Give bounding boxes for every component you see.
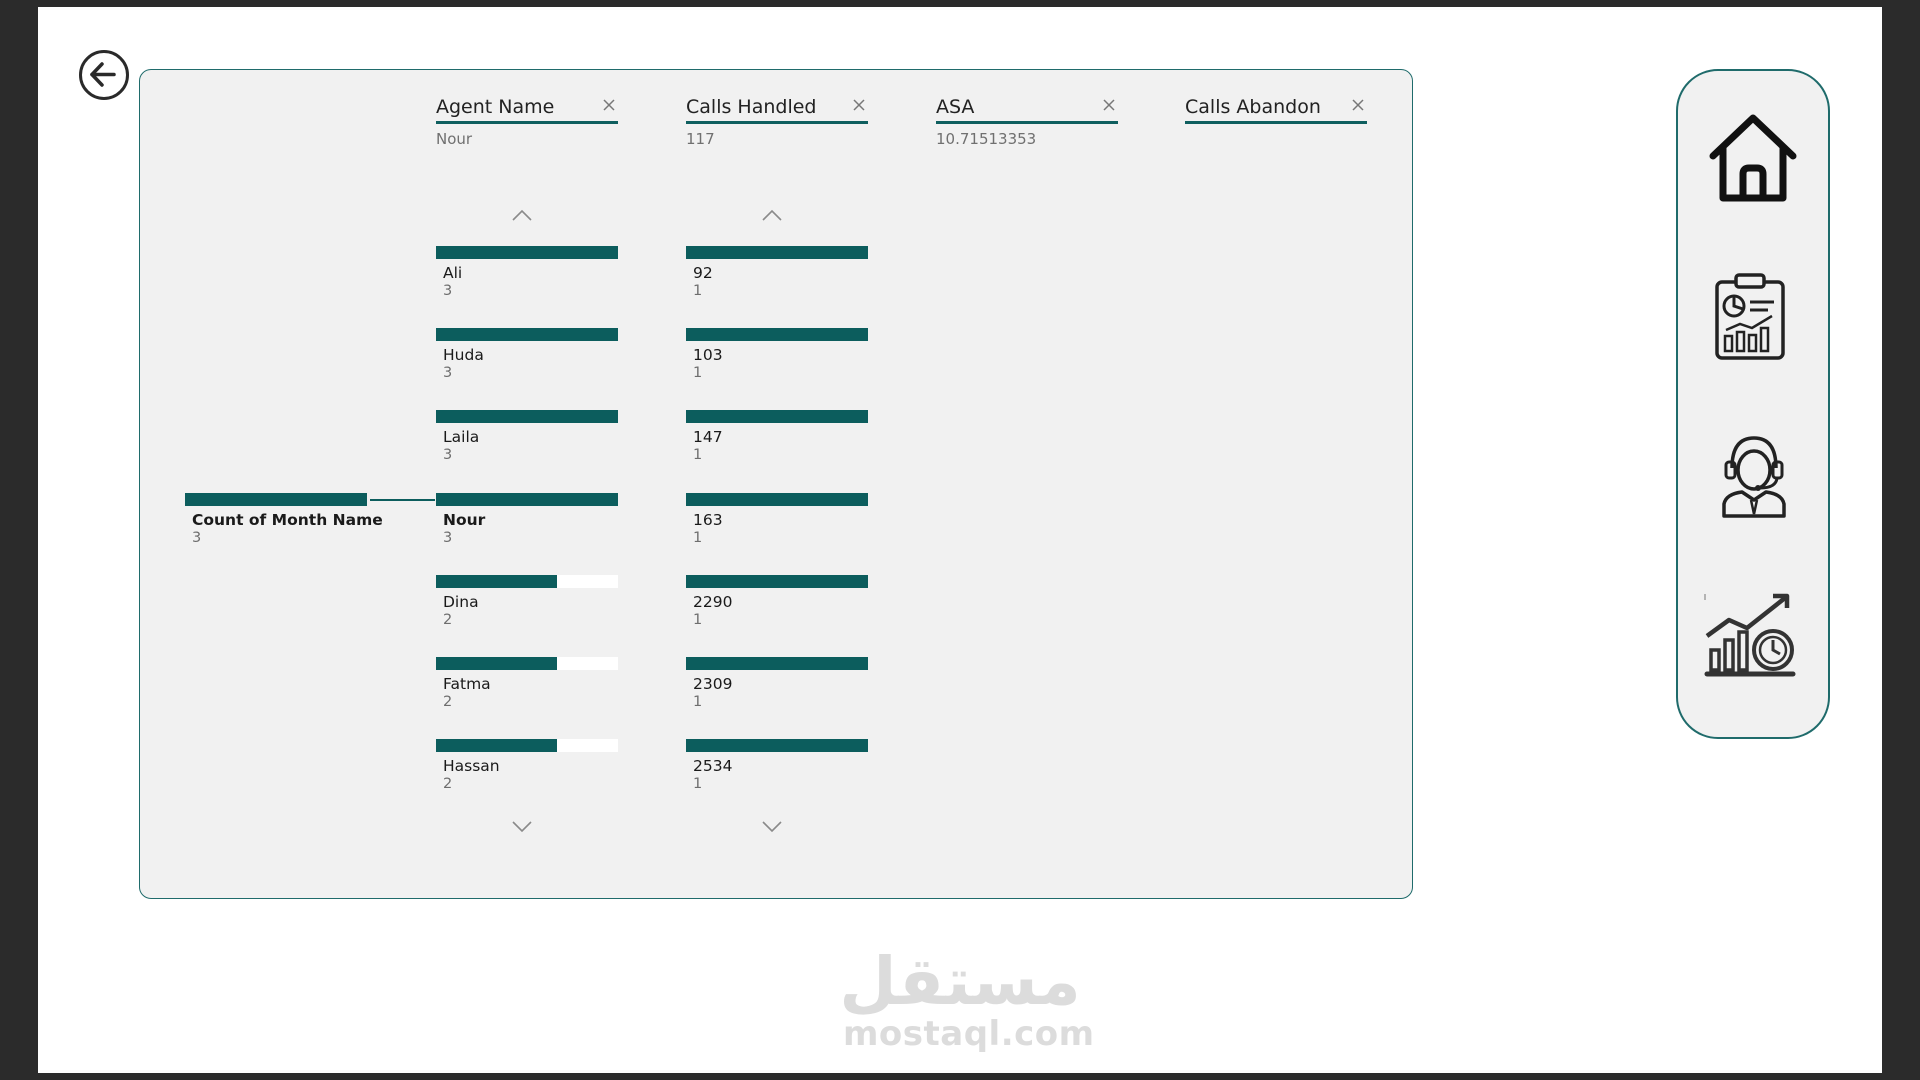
node-count: 1 — [693, 365, 703, 381]
node-count: 1 — [693, 447, 703, 463]
mostaql-logo: مستقل — [840, 943, 1080, 1020]
chevron-up-icon[interactable] — [760, 208, 784, 222]
column-title: Agent Name — [436, 96, 555, 118]
node-count: 2 — [443, 612, 453, 628]
bar-fill — [686, 739, 868, 752]
tree-node[interactable]: Dina 2 — [436, 575, 618, 635]
tree-node[interactable]: 103 1 — [686, 328, 868, 388]
node-count: 2 — [443, 694, 453, 710]
bar-fill — [686, 410, 868, 423]
tree-node[interactable]: 163 1 — [686, 493, 868, 553]
bar-fill — [436, 410, 618, 423]
column-selected-value: 117 — [686, 130, 715, 148]
call-agent-icon[interactable] — [1718, 432, 1790, 518]
column-header-agent-name: Agent Name — [436, 96, 618, 124]
tree-root-node[interactable]: Count of Month Name 3 — [185, 493, 383, 553]
bar-fill — [436, 493, 618, 506]
bar-fill — [686, 657, 868, 670]
node-label: Huda — [443, 346, 484, 364]
node-count: 3 — [443, 365, 453, 381]
node-label: Dina — [443, 593, 479, 611]
bar-fill — [185, 493, 367, 506]
node-count: 1 — [693, 612, 703, 628]
home-icon[interactable] — [1705, 112, 1801, 204]
bar-fill — [686, 575, 868, 588]
bar-fill — [436, 739, 557, 752]
tree-node[interactable]: 2534 1 — [686, 739, 868, 799]
node-label: 2290 — [693, 593, 733, 611]
tree-node[interactable]: 2309 1 — [686, 657, 868, 717]
node-count: 1 — [693, 694, 703, 710]
watermark-text: mostaql.com — [843, 1014, 1095, 1054]
node-label: 147 — [693, 428, 723, 446]
node-label: Count of Month Name — [192, 511, 383, 529]
tree-node[interactable]: 147 1 — [686, 410, 868, 470]
chevron-down-icon[interactable] — [760, 820, 784, 834]
tree-node[interactable]: 92 1 — [686, 246, 868, 306]
node-label: Laila — [443, 428, 480, 446]
node-count: 3 — [443, 447, 453, 463]
bar-fill — [436, 246, 618, 259]
node-label: 163 — [693, 511, 723, 529]
bar-fill — [686, 246, 868, 259]
node-count: 3 — [443, 530, 453, 546]
node-count: 2 — [443, 776, 453, 792]
column-header-calls-abandon: Calls Abandon — [1185, 96, 1367, 124]
column-header-calls-handled: Calls Handled — [686, 96, 868, 124]
node-count: 1 — [693, 776, 703, 792]
tree-node[interactable]: Nour 3 — [436, 493, 618, 553]
bar-fill — [686, 493, 868, 506]
close-icon[interactable] — [602, 98, 616, 112]
node-label: 103 — [693, 346, 723, 364]
chevron-up-icon[interactable] — [510, 208, 534, 222]
column-title: Calls Handled — [686, 96, 817, 118]
bar-fill — [436, 657, 557, 670]
bar-fill — [436, 575, 557, 588]
node-label: Ali — [443, 264, 463, 282]
node-count: 1 — [693, 283, 703, 299]
node-label: Nour — [443, 511, 486, 529]
tree-node[interactable]: Huda 3 — [436, 328, 618, 388]
tree-node[interactable]: Ali 3 — [436, 246, 618, 306]
node-count: 1 — [693, 530, 703, 546]
svg-text:مستقل: مستقل — [840, 943, 1080, 1020]
bar-fill — [436, 328, 618, 341]
node-label: 2309 — [693, 675, 733, 693]
tree-node[interactable]: Laila 3 — [436, 410, 618, 470]
bar-fill — [686, 328, 868, 341]
close-icon[interactable] — [1351, 98, 1365, 112]
tree-node[interactable]: Fatma 2 — [436, 657, 618, 717]
node-label: 92 — [693, 264, 713, 282]
close-icon[interactable] — [1102, 98, 1116, 112]
column-title: ASA — [936, 96, 975, 118]
arrow-left-icon — [90, 62, 116, 87]
node-label: Fatma — [443, 675, 491, 693]
node-label: Hassan — [443, 757, 500, 775]
close-icon[interactable] — [852, 98, 866, 112]
tree-connector-line — [370, 499, 435, 501]
tree-node[interactable]: 2290 1 — [686, 575, 868, 635]
tree-node[interactable]: Hassan 2 — [436, 739, 618, 799]
column-title: Calls Abandon — [1185, 96, 1321, 118]
node-count: 3 — [192, 530, 202, 546]
column-header-asa: ASA — [936, 96, 1118, 124]
column-selected-value: 10.71513353 — [936, 130, 1037, 148]
chevron-down-icon[interactable] — [510, 820, 534, 834]
back-button[interactable] — [79, 50, 129, 100]
growth-chart-clock-icon[interactable] — [1703, 590, 1799, 678]
node-count: 3 — [443, 283, 453, 299]
report-clipboard-icon[interactable] — [1712, 272, 1788, 362]
node-label: 2534 — [693, 757, 733, 775]
column-selected-value: Nour — [436, 130, 473, 148]
